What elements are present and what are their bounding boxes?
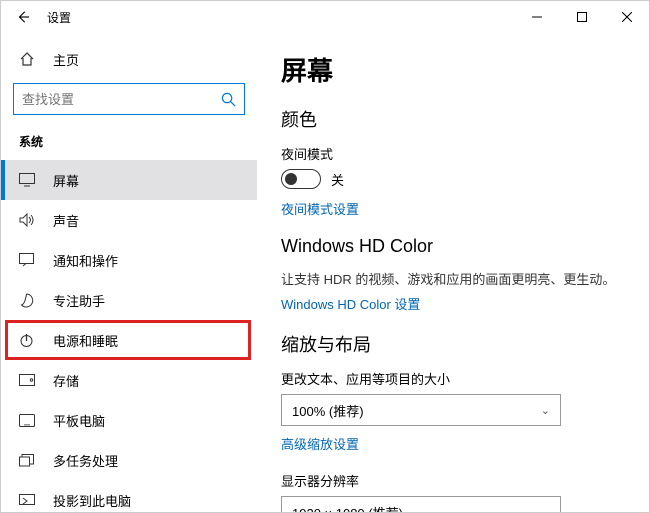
maximize-icon (577, 12, 587, 22)
sidebar-item-label: 存储 (53, 371, 79, 390)
sidebar-item-label: 通知和操作 (53, 251, 118, 270)
display-icon (19, 173, 41, 187)
sidebar-item-label: 多任务处理 (53, 451, 118, 470)
scale-label: 更改文本、应用等项目的大小 (281, 369, 625, 388)
window-title: 设置 (47, 9, 71, 26)
sidebar-item-label: 屏幕 (53, 171, 79, 190)
project-icon (19, 494, 41, 507)
scale-value: 100% (推荐) (292, 401, 364, 420)
close-button[interactable] (604, 1, 649, 33)
chevron-down-icon: ⌄ (541, 506, 550, 513)
sidebar-item-display[interactable]: 屏幕 (1, 160, 257, 200)
advanced-scale-link[interactable]: 高级缩放设置 (281, 434, 625, 453)
search-box[interactable] (13, 83, 245, 115)
night-mode-state: 关 (331, 170, 344, 189)
main-panel: 屏幕 颜色 夜间模式 关 夜间模式设置 Windows HD Color 让支持… (257, 33, 649, 512)
section-header: 系统 (1, 129, 257, 160)
home-link[interactable]: 主页 (1, 41, 257, 77)
home-label: 主页 (53, 50, 79, 69)
close-icon (622, 12, 632, 22)
minimize-button[interactable] (514, 1, 559, 33)
sound-icon (19, 213, 41, 227)
maximize-button[interactable] (559, 1, 604, 33)
hdcolor-link[interactable]: Windows HD Color 设置 (281, 294, 625, 313)
scale-heading: 缩放与布局 (281, 331, 625, 357)
sidebar-item-storage[interactable]: 存储 (1, 360, 257, 400)
chevron-down-icon: ⌄ (541, 404, 550, 417)
page-title: 屏幕 (281, 51, 625, 88)
night-mode-toggle[interactable] (281, 169, 321, 189)
sidebar-item-label: 电源和睡眠 (53, 331, 118, 350)
search-input[interactable] (22, 92, 221, 107)
sidebar-item-label: 投影到此电脑 (53, 491, 131, 510)
notifications-icon (19, 253, 41, 267)
scale-select[interactable]: 100% (推荐) ⌄ (281, 394, 561, 426)
sidebar-item-power[interactable]: 电源和睡眠 (5, 320, 251, 360)
sidebar-item-notifications[interactable]: 通知和操作 (1, 240, 257, 280)
night-mode-label: 夜间模式 (281, 144, 625, 163)
titlebar: 设置 (1, 1, 649, 33)
night-mode-settings-link[interactable]: 夜间模式设置 (281, 199, 625, 218)
sidebar: 主页 系统 屏幕 声音 通知和操作 专注助手 电源和睡眠 存储 (1, 33, 257, 512)
resolution-label: 显示器分辨率 (281, 471, 625, 490)
hdcolor-heading: Windows HD Color (281, 236, 625, 257)
resolution-select[interactable]: 1920 × 1080 (推荐) ⌄ (281, 496, 561, 512)
sidebar-item-label: 专注助手 (53, 291, 105, 310)
color-heading: 颜色 (281, 106, 625, 132)
arrow-left-icon (16, 10, 30, 24)
sidebar-item-focus[interactable]: 专注助手 (1, 280, 257, 320)
tablet-icon (19, 414, 41, 427)
focus-icon (19, 293, 41, 308)
hdcolor-desc: 让支持 HDR 的视频、游戏和应用的画面更明亮、更生动。 (281, 269, 625, 288)
sidebar-item-sound[interactable]: 声音 (1, 200, 257, 240)
minimize-icon (532, 12, 542, 22)
power-icon (19, 333, 41, 348)
storage-icon (19, 374, 41, 386)
sidebar-item-tablet[interactable]: 平板电脑 (1, 400, 257, 440)
home-icon (19, 51, 41, 67)
sidebar-item-label: 声音 (53, 211, 79, 230)
sidebar-item-label: 平板电脑 (53, 411, 105, 430)
sidebar-item-multitask[interactable]: 多任务处理 (1, 440, 257, 480)
resolution-value: 1920 × 1080 (推荐) (292, 503, 403, 513)
sidebar-item-project[interactable]: 投影到此电脑 (1, 480, 257, 512)
back-button[interactable] (9, 3, 37, 31)
search-icon (221, 92, 236, 107)
multitask-icon (19, 454, 41, 467)
